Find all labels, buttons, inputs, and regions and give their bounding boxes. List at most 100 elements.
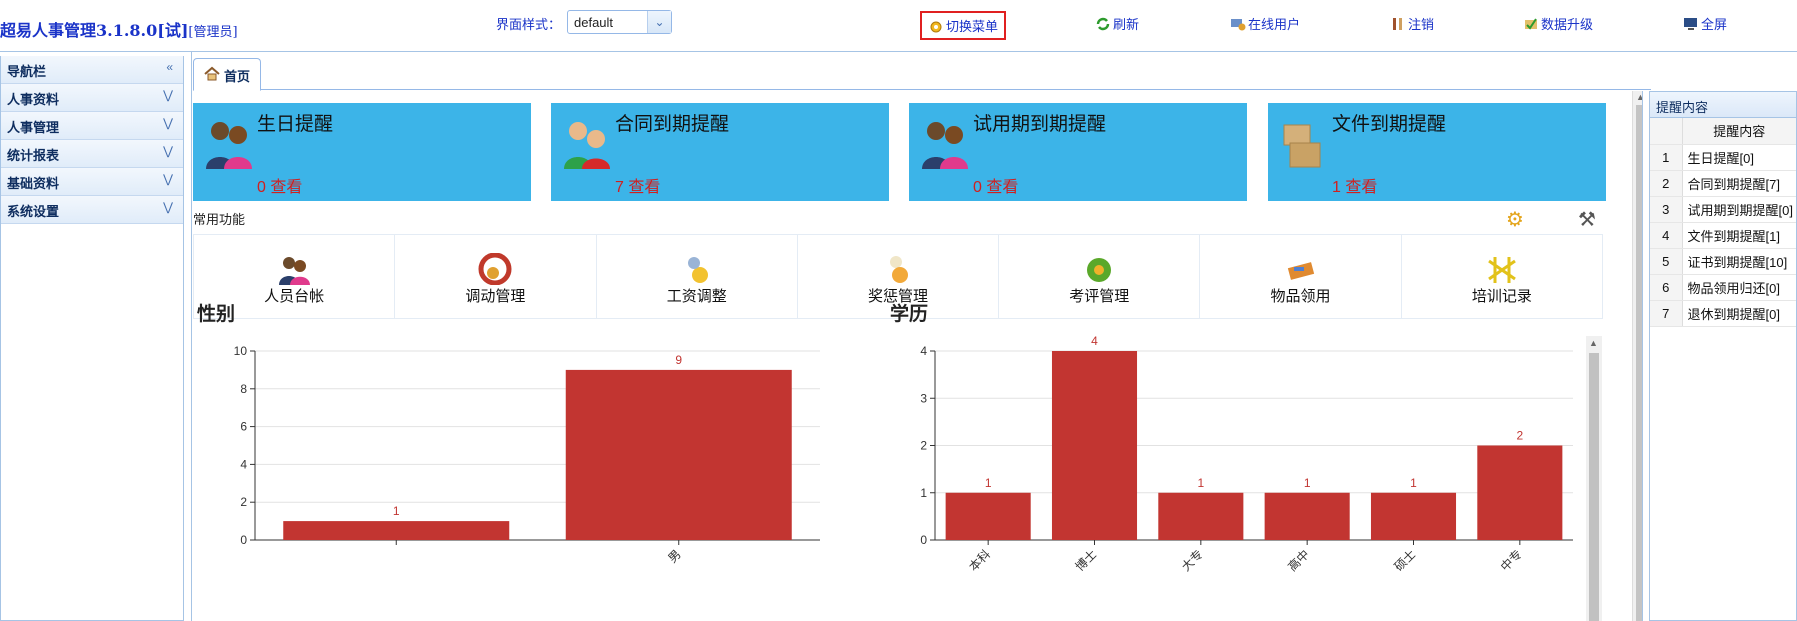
- table-row[interactable]: 6 物品领用归还[0]: [1650, 274, 1796, 301]
- y-tick-label: 2: [240, 495, 247, 509]
- refresh-button[interactable]: 刷新: [1095, 14, 1139, 33]
- reminder-item[interactable]: 试用期到期提醒[0]: [1682, 196, 1796, 223]
- chevron-double-down-icon: ⋁: [163, 172, 173, 186]
- y-tick-label: 3: [920, 391, 927, 405]
- switch-menu-button[interactable]: 切换菜单: [920, 11, 1007, 40]
- nav-header[interactable]: 导航栏 «: [1, 56, 183, 84]
- data-label: 4: [1091, 334, 1098, 348]
- bar: [1370, 492, 1457, 540]
- chevron-double-down-icon: ⋁: [163, 88, 173, 102]
- bar: [283, 521, 510, 540]
- data-label: 1: [1410, 476, 1417, 490]
- probation-reminder-card[interactable]: 试用期到期提醒 0 查看: [909, 103, 1247, 201]
- reminder-table: 提醒内容 1 生日提醒[0] 2 合同到期提醒[7] 3 试用期到期提醒[0] 4 文件到期提…: [1650, 118, 1796, 327]
- style-select[interactable]: default ⌄: [567, 10, 672, 34]
- nav-item-personnel-data[interactable]: 人事资料 ⋁: [1, 84, 183, 112]
- scroll-up-icon[interactable]: ▲: [1589, 338, 1598, 348]
- x-tick-label: 高中: [1285, 546, 1313, 574]
- x-tick-label: 大专: [1178, 546, 1206, 574]
- chart-scrollbar[interactable]: ▲: [1586, 336, 1602, 621]
- switch-menu-icon: [928, 18, 944, 34]
- func-training[interactable]: 培训记录: [1402, 235, 1602, 318]
- reward-icon: [881, 253, 915, 285]
- x-tick-label: 本科: [966, 547, 993, 574]
- reminder-item[interactable]: 生日提醒[0]: [1682, 144, 1796, 171]
- row-number: 7: [1650, 300, 1683, 327]
- training-icon: [1485, 253, 1519, 285]
- row-number: 2: [1650, 170, 1683, 197]
- chevron-down-icon[interactable]: ⌄: [647, 11, 671, 33]
- row-number: 5: [1650, 248, 1683, 275]
- nav-title: 导航栏: [7, 64, 47, 79]
- card-count-link[interactable]: 7 查看: [615, 173, 660, 197]
- card-count-link[interactable]: 0 查看: [973, 173, 1018, 197]
- nav-item-personnel-management[interactable]: 人事管理 ⋁: [1, 112, 183, 140]
- func-salary[interactable]: 工资调整: [597, 235, 798, 318]
- table-row[interactable]: 2 合同到期提醒[7]: [1650, 170, 1796, 197]
- table-row[interactable]: 7 退休到期提醒[0]: [1650, 300, 1796, 327]
- style-label: 界面样式：: [496, 17, 562, 32]
- file-reminder-card[interactable]: 文件到期提醒 1 查看: [1268, 103, 1606, 201]
- chevron-double-down-icon: ⋁: [163, 144, 173, 158]
- y-tick-label: 2: [920, 439, 927, 453]
- bar: [1158, 492, 1244, 540]
- reminder-item[interactable]: 物品领用归还[0]: [1682, 274, 1796, 301]
- table-row[interactable]: 5 证书到期提醒[10]: [1650, 248, 1796, 275]
- card-count-link[interactable]: 0 查看: [257, 173, 302, 197]
- education-chart: 0 1 2 3 4 1 本科 4 博士 1 大专 1 高中 1 硕士 2 中专: [920, 334, 1573, 574]
- tab-home[interactable]: 首页: [193, 58, 262, 91]
- data-upgrade-button[interactable]: 数据升级: [1523, 14, 1593, 33]
- birthday-reminder-card[interactable]: 生日提醒 0 查看: [193, 103, 531, 201]
- fullscreen-button[interactable]: 全屏: [1683, 14, 1727, 33]
- func-label: 培训记录: [1471, 288, 1532, 305]
- table-row[interactable]: 3 试用期到期提醒[0]: [1650, 196, 1796, 223]
- gear-icon[interactable]: ⚙: [1506, 207, 1524, 232]
- nav-item-basic-data[interactable]: 基础资料 ⋁: [1, 168, 183, 196]
- right-splitter[interactable]: [1642, 91, 1649, 621]
- data-upgrade-icon: [1523, 16, 1539, 32]
- main-content: 生日提醒 0 查看 合同到期提醒 7 查看 试用期到期提醒 0 查看 文件到期提…: [193, 91, 1651, 621]
- nav-item-system-settings[interactable]: 系统设置 ⋁: [1, 196, 183, 224]
- people-ledger-icon: [277, 253, 311, 285]
- func-evaluation[interactable]: 考评管理: [999, 235, 1201, 318]
- chevron-double-down-icon: ⋁: [163, 116, 173, 130]
- func-label: 工资调整: [666, 288, 727, 305]
- data-label: 1: [985, 476, 992, 490]
- data-label: 2: [1516, 429, 1523, 443]
- func-transfer[interactable]: 调动管理: [395, 235, 597, 318]
- nav-splitter[interactable]: [184, 52, 192, 621]
- row-number: 4: [1650, 222, 1683, 249]
- transfer-icon: [478, 252, 512, 286]
- reminder-item[interactable]: 退休到期提醒[0]: [1682, 300, 1796, 327]
- reminder-panel: 提醒内容 提醒内容 1 生日提醒[0] 2 合同到期提醒[7] 3 试用期到期提醒[0] 4…: [1649, 91, 1797, 621]
- reminder-column-header[interactable]: 提醒内容: [1682, 118, 1796, 145]
- card-count-link[interactable]: 1 查看: [1332, 173, 1377, 197]
- logout-button[interactable]: 注销: [1390, 14, 1434, 33]
- contract-reminder-card[interactable]: 合同到期提醒 7 查看: [551, 103, 889, 201]
- reminder-item[interactable]: 文件到期提醒[1]: [1682, 222, 1796, 249]
- common-functions-title: 常用功能: [193, 212, 246, 227]
- logout-icon: [1390, 16, 1406, 32]
- nav-item-statistics[interactable]: 统计报表 ⋁: [1, 140, 183, 168]
- tab-home-label: 首页: [224, 69, 251, 84]
- collapse-left-icon[interactable]: «: [166, 60, 173, 74]
- y-tick-label: 4: [920, 344, 927, 358]
- data-label: 9: [675, 353, 682, 367]
- table-row[interactable]: 4 文件到期提醒[1]: [1650, 222, 1796, 249]
- tools-icon[interactable]: ⚒: [1578, 207, 1596, 232]
- func-items[interactable]: 物品领用: [1200, 235, 1402, 318]
- reminder-item[interactable]: 合同到期提醒[7]: [1682, 170, 1796, 197]
- scroll-thumb[interactable]: [1589, 353, 1599, 621]
- online-users-button[interactable]: 在线用户: [1230, 14, 1300, 33]
- nav-item-label: 人事资料: [7, 92, 60, 107]
- table-row[interactable]: 1 生日提醒[0]: [1650, 144, 1796, 171]
- bar: [1477, 445, 1563, 540]
- x-tick-label: 博士: [1072, 546, 1100, 574]
- card-title: 生日提醒: [257, 114, 334, 135]
- gender-chart-title: 性别: [197, 304, 236, 325]
- style-select-value: default: [574, 15, 614, 30]
- reminder-item[interactable]: 证书到期提醒[10]: [1682, 248, 1796, 275]
- salary-icon: [680, 253, 714, 285]
- card-title: 文件到期提醒: [1332, 114, 1447, 135]
- user-role: [管理员]: [188, 25, 238, 40]
